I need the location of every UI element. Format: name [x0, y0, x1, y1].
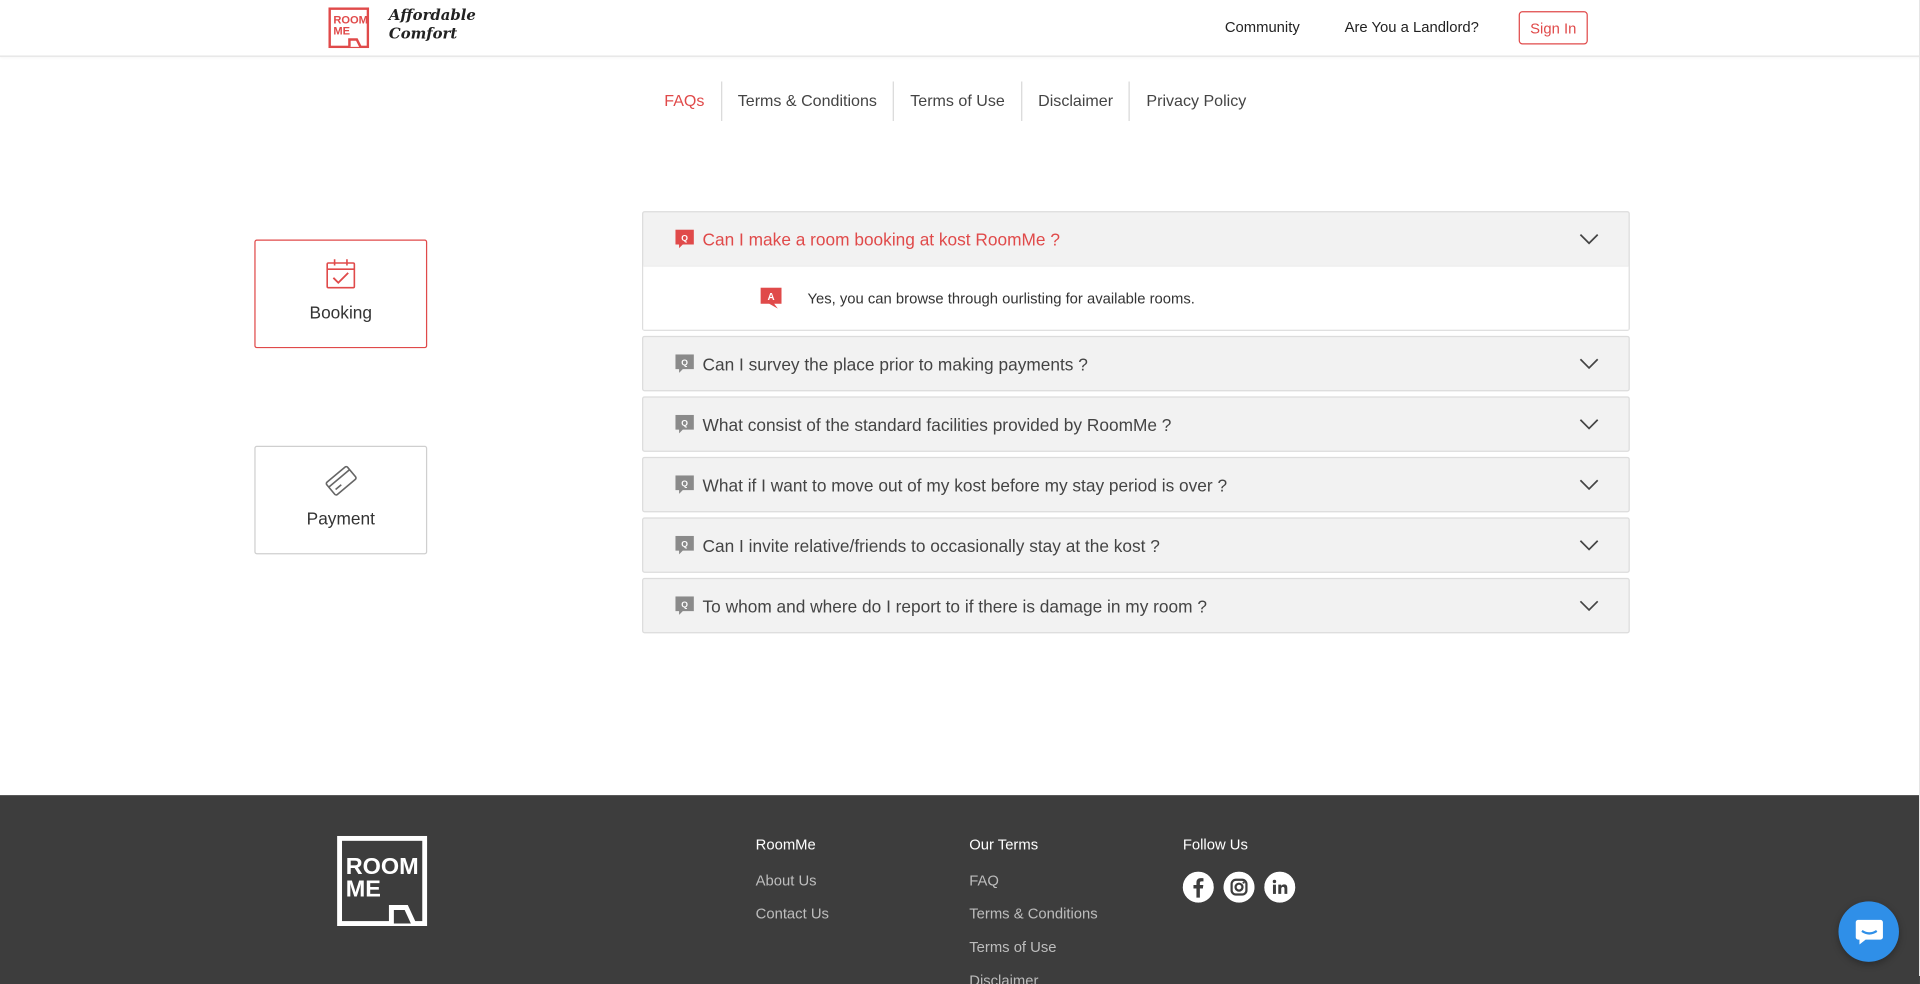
faq-accordion: Q Can I make a room booking at kost Room…: [642, 211, 1630, 638]
footer-logo[interactable]: ROOM ME: [337, 835, 428, 927]
chat-icon: [1855, 919, 1883, 944]
faq-question-text: Can I survey the place prior to making p…: [702, 353, 1088, 374]
chevron-down-icon: [1579, 358, 1599, 370]
faq-item: Q Can I invite relative/friends to occas…: [642, 517, 1630, 573]
footer-heading: Follow Us: [1182, 835, 1248, 854]
sign-in-button[interactable]: Sign In: [1518, 11, 1588, 45]
facebook-icon[interactable]: [1182, 871, 1214, 903]
faq-question-text: Can I make a room booking at kost RoomMe…: [702, 229, 1060, 249]
faq-item: Q What if I want to move out of my kost …: [642, 456, 1630, 513]
footer-col-follow: Follow Us: [1182, 835, 1296, 903]
footer-link-faq[interactable]: FAQ: [969, 872, 1097, 889]
svg-text:Q: Q: [681, 233, 688, 243]
category-payment[interactable]: Payment: [254, 445, 428, 555]
tab-privacy-policy[interactable]: Privacy Policy: [1129, 81, 1262, 122]
chevron-down-icon: [1579, 600, 1599, 612]
nav-landlord[interactable]: Are You a Landlord?: [1345, 19, 1479, 36]
question-badge-icon: Q: [675, 535, 694, 555]
chevron-down-icon: [1579, 233, 1599, 245]
site-footer: ROOM ME RoomMe About Us Contact Us Our T…: [0, 795, 1920, 984]
calendar-check-icon: [326, 259, 356, 289]
footer-link-terms-conditions[interactable]: Terms & Conditions: [969, 905, 1097, 922]
linkedin-icon[interactable]: [1264, 871, 1296, 903]
roomme-logo[interactable]: ROOM ME: [328, 7, 370, 49]
svg-text:Q: Q: [681, 539, 688, 549]
svg-text:A: A: [768, 292, 775, 303]
faq-answer-text: Yes, you can browse through ourlisting f…: [807, 289, 1195, 307]
question-badge-icon: Q: [675, 414, 694, 434]
faq-question-text: What consist of the standard facilities …: [702, 414, 1172, 434]
footer-link-contact-us[interactable]: Contact Us: [756, 905, 829, 922]
policy-tabs: FAQs Terms & Conditions Terms of Use Dis…: [648, 81, 1262, 122]
credit-card-icon: [325, 465, 357, 496]
svg-text:ME: ME: [346, 875, 381, 901]
footer-link-disclaimer[interactable]: Disclaimer: [969, 972, 1097, 984]
category-label: Payment: [306, 508, 375, 529]
svg-text:Q: Q: [681, 478, 688, 488]
question-badge-icon: Q: [675, 229, 694, 249]
footer-heading: RoomMe: [755, 835, 816, 854]
tagline-line2: Comfort: [388, 24, 458, 42]
faq-question-toggle[interactable]: Q Can I make a room booking at kost Room…: [643, 212, 1628, 265]
faq-question-toggle[interactable]: Q What if I want to move out of my kost …: [643, 458, 1628, 511]
svg-text:Q: Q: [681, 357, 688, 367]
faq-question-text: Can I invite relative/friends to occasio…: [702, 535, 1160, 555]
svg-text:Q: Q: [681, 599, 688, 609]
footer-link-about-us[interactable]: About Us: [756, 872, 829, 889]
question-badge-icon: Q: [675, 475, 694, 494]
faq-question-text: To whom and where do I report to if ther…: [702, 595, 1207, 616]
faq-question-toggle[interactable]: Q Can I survey the place prior to making…: [643, 337, 1628, 390]
faq-item: Q Can I make a room booking at kost Room…: [642, 211, 1630, 331]
instagram-icon[interactable]: [1223, 871, 1255, 903]
footer-col-roomme: RoomMe About Us Contact Us: [756, 836, 829, 938]
category-booking[interactable]: Booking: [254, 239, 428, 349]
top-header: ROOM ME Affordable Comfort Community Are…: [0, 0, 1920, 57]
chevron-down-icon: [1579, 479, 1599, 491]
faq-item: Q Can I survey the place prior to making…: [642, 335, 1630, 392]
faq-answer: A Yes, you can browse through ourlisting…: [643, 265, 1629, 330]
nav-community[interactable]: Community: [1225, 19, 1300, 36]
svg-text:ME: ME: [333, 26, 350, 38]
faq-question-text: What if I want to move out of my kost be…: [702, 474, 1228, 495]
chevron-down-icon: [1579, 419, 1599, 430]
chat-widget-button[interactable]: [1838, 901, 1899, 962]
chevron-down-icon: [1579, 540, 1599, 551]
svg-text:Q: Q: [681, 418, 688, 428]
faq-question-toggle[interactable]: Q Can I invite relative/friends to occas…: [643, 519, 1628, 572]
category-label: Booking: [309, 302, 373, 323]
tab-terms-conditions[interactable]: Terms & Conditions: [720, 81, 893, 122]
question-badge-icon: Q: [675, 596, 694, 615]
footer-heading: Our Terms: [969, 835, 1039, 854]
tab-faqs[interactable]: FAQs: [648, 81, 720, 121]
faq-question-toggle[interactable]: Q To whom and where do I report to if th…: [643, 579, 1628, 632]
faq-item: Q What consist of the standard facilitie…: [642, 396, 1630, 452]
footer-col-terms: Our Terms FAQ Terms & Conditions Terms o…: [969, 836, 1097, 984]
social-links: [1182, 871, 1296, 903]
tagline-line1: Affordable: [388, 6, 476, 24]
faq-item: Q To whom and where do I report to if th…: [642, 577, 1630, 634]
faq-question-toggle[interactable]: Q What consist of the standard facilitie…: [643, 398, 1628, 451]
tab-terms-of-use[interactable]: Terms of Use: [892, 81, 1021, 122]
question-badge-icon: Q: [675, 354, 694, 373]
brand-tagline: Affordable Comfort: [389, 6, 488, 43]
answer-badge-icon: A: [760, 287, 782, 309]
page-canvas: ROOM ME Affordable Comfort Community Are…: [0, 0, 1920, 984]
tab-disclaimer[interactable]: Disclaimer: [1020, 81, 1129, 122]
footer-link-terms-of-use[interactable]: Terms of Use: [969, 938, 1097, 955]
